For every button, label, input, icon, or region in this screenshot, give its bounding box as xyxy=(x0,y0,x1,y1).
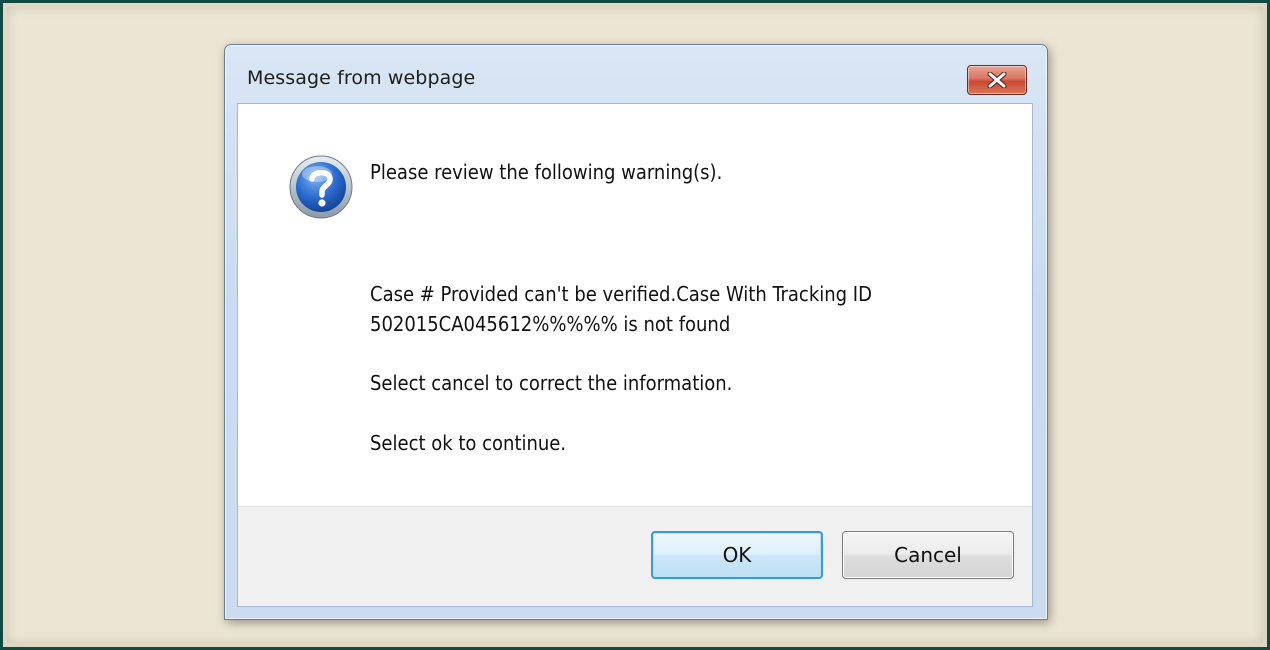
button-bar: OK Cancel xyxy=(238,506,1032,606)
message-area: Please review the following warning(s). … xyxy=(238,104,1032,506)
dialog-client-area: Please review the following warning(s). … xyxy=(237,103,1033,607)
close-button[interactable] xyxy=(967,65,1027,95)
cancel-button[interactable]: Cancel xyxy=(842,531,1014,579)
dialog-title: Message from webpage xyxy=(247,67,476,89)
message-detail: Case # Provided can't be verified.Case W… xyxy=(370,282,872,336)
message-main: Please review the following warning(s). xyxy=(370,160,723,184)
message-dialog: Message from webpage Please review the f… xyxy=(224,44,1048,620)
message-ok-hint: Select ok to continue. xyxy=(370,431,567,455)
message-cancel-hint: Select cancel to correct the information… xyxy=(370,371,733,395)
dialog-titlebar[interactable]: Message from webpage xyxy=(225,45,1047,103)
ok-button[interactable]: OK xyxy=(651,531,823,579)
close-icon xyxy=(987,72,1007,88)
question-icon xyxy=(289,155,353,219)
